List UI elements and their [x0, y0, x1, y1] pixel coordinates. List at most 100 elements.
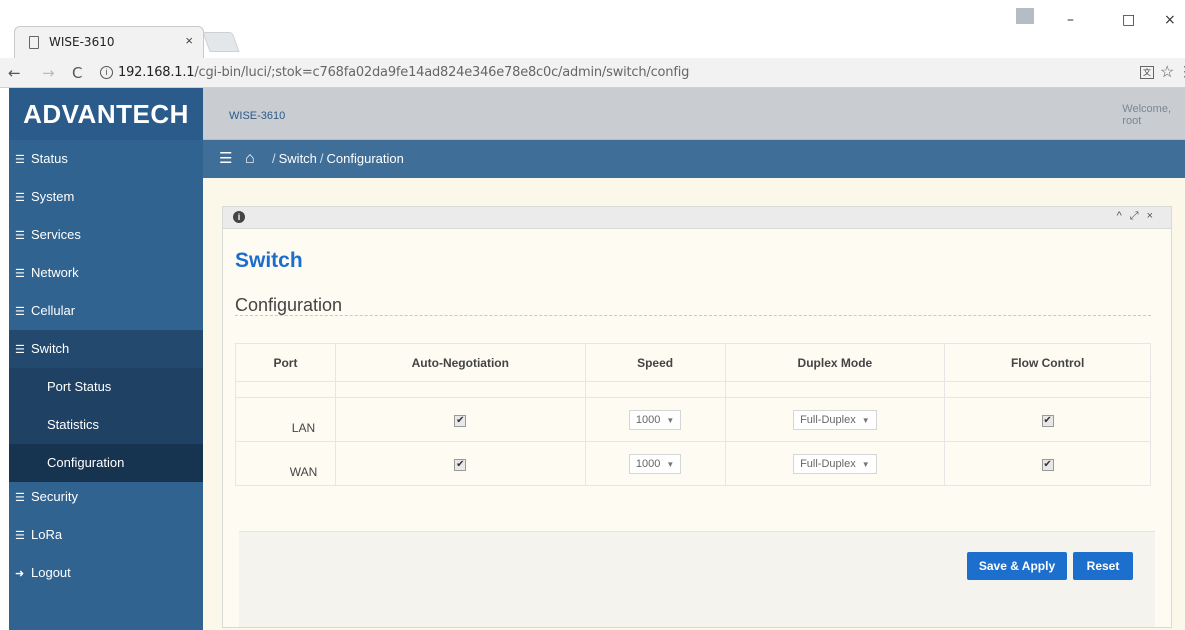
- switch-config-table: Port Auto-Negotiation Speed Duplex Mode …: [235, 343, 1151, 486]
- welcome-text: Welcome, root: [1122, 103, 1171, 127]
- reload-button[interactable]: C: [72, 64, 82, 82]
- home-icon[interactable]: ⌂: [245, 140, 255, 178]
- bookmark-star-icon[interactable]: ☆: [1160, 62, 1174, 82]
- save-apply-button[interactable]: Save & Apply: [967, 552, 1067, 580]
- translate-icon[interactable]: 文: [1140, 66, 1154, 79]
- breadcrumb-separator: /: [319, 151, 324, 166]
- action-bar: Save & Apply Reset: [239, 531, 1155, 627]
- welcome-line: Welcome,: [1122, 103, 1171, 115]
- auto-negotiation-cell: ✔: [334, 397, 586, 442]
- sidebar-subitem-port-status[interactable]: Port Status: [9, 368, 203, 406]
- duplex-cell: Full-Duplex ▼: [724, 441, 946, 486]
- sidebar-item-label: Switch: [31, 341, 70, 356]
- sidebar-item-network[interactable]: ☰ Network: [9, 254, 203, 292]
- welcome-user: root: [1122, 115, 1142, 127]
- sidebar-item-lora[interactable]: ☰ LoRa: [9, 516, 203, 554]
- sidebar-subitem-statistics[interactable]: Statistics: [9, 406, 203, 444]
- collapse-icon[interactable]: ^: [1117, 210, 1130, 222]
- browser-menu-icon[interactable]: ⋮: [1178, 63, 1185, 80]
- main-content: i ^⤢× Switch Configuration Port Auto-Neg…: [203, 178, 1185, 630]
- flow-control-cell: ✔: [944, 397, 1151, 442]
- sidebar-item-label: Network: [31, 265, 79, 280]
- device-name: WISE-3610: [229, 110, 286, 122]
- sidebar-item-label: Security: [31, 489, 78, 504]
- panel-tools: ^⤢×: [1117, 210, 1161, 223]
- advantech-logo: ADVANTECH: [9, 88, 203, 140]
- speed-value: 1000: [635, 457, 661, 470]
- auto-negotiation-cell: ✔: [334, 441, 586, 486]
- url-field[interactable]: i 192.168.1.1/cgi-bin/luci/;stok=c768fa0…: [96, 62, 1096, 84]
- info-icon[interactable]: i: [233, 211, 245, 223]
- speed-select[interactable]: 1000 ▼: [628, 409, 682, 430]
- section-title: Configuration: [235, 295, 343, 315]
- minimize-button[interactable]: –: [1067, 12, 1074, 28]
- sidebar-item-cellular[interactable]: ☰ Cellular: [9, 292, 203, 330]
- sidebar-item-services[interactable]: ☰ Services: [9, 216, 203, 254]
- expand-icon[interactable]: ⤢: [1130, 210, 1147, 222]
- caret-down-icon: ▼: [861, 415, 870, 425]
- speed-select[interactable]: 1000 ▼: [628, 453, 682, 474]
- list-icon: ☰: [15, 530, 25, 542]
- browser-titlebar: WISE-3610 × – □ ×: [0, 0, 1185, 58]
- tab-title: WISE-3610: [49, 35, 115, 49]
- new-tab-button[interactable]: [202, 32, 240, 52]
- flow-control-checkbox[interactable]: ✔: [1041, 459, 1054, 471]
- list-icon: ☰: [15, 344, 25, 356]
- reset-button[interactable]: Reset: [1073, 552, 1133, 580]
- sidebar: ☰ Status ☰ System ☰ Services ☰ Network ☰ Cell…: [9, 140, 203, 630]
- table-header-row: Port Auto-Negotiation Speed Duplex Mode …: [235, 343, 1151, 382]
- close-window-button[interactable]: ×: [1164, 12, 1176, 28]
- sidebar-item-label: Services: [31, 227, 81, 242]
- sidebar-item-label: System: [31, 189, 75, 204]
- duplex-value: Full-Duplex: [800, 457, 856, 470]
- url-path: /cgi-bin/luci/;stok=c768fa02da9fe14ad824…: [194, 65, 690, 80]
- divider: [235, 315, 1151, 316]
- tab-close-icon[interactable]: ×: [185, 33, 193, 48]
- user-profile-icon[interactable]: [1016, 8, 1034, 24]
- breadcrumb-separator: /: [272, 151, 276, 166]
- column-header-auto-negotiation: Auto-Negotiation: [334, 343, 586, 382]
- list-icon: ☰: [15, 154, 25, 166]
- duplex-select[interactable]: Full-Duplex ▼: [793, 409, 877, 430]
- auto-negotiation-checkbox[interactable]: ✔: [454, 459, 467, 471]
- column-header-port: Port: [235, 343, 336, 382]
- hamburger-menu-icon[interactable]: ☰: [219, 140, 232, 178]
- breadcrumb-switch[interactable]: Switch: [279, 151, 317, 166]
- sidebar-item-status[interactable]: ☰ Status: [9, 140, 203, 178]
- speed-cell: 1000 ▼: [584, 397, 726, 442]
- sidebar-item-system[interactable]: ☰ System: [9, 178, 203, 216]
- config-panel: i ^⤢× Switch Configuration Port Auto-Neg…: [222, 206, 1172, 628]
- close-icon[interactable]: ×: [1147, 210, 1161, 222]
- site-info-icon[interactable]: i: [100, 66, 113, 79]
- maximize-button[interactable]: □: [1122, 12, 1135, 28]
- caret-down-icon: ▼: [861, 459, 870, 469]
- back-button[interactable]: ←: [8, 64, 21, 82]
- list-icon: ☰: [15, 192, 25, 204]
- breadcrumb-path: / Switch / Configuration: [269, 140, 404, 178]
- sidebar-item-label: Status: [31, 151, 68, 166]
- caret-down-icon: ▼: [666, 415, 675, 425]
- sidebar-subitem-configuration[interactable]: Configuration: [9, 444, 203, 482]
- column-header-speed: Speed: [584, 343, 726, 382]
- auto-negotiation-checkbox[interactable]: ✔: [454, 415, 467, 427]
- flow-control-checkbox[interactable]: ✔: [1041, 415, 1054, 427]
- sidebar-item-label: Cellular: [31, 303, 76, 318]
- sidebar-item-label: LoRa: [31, 527, 63, 542]
- address-bar: ← → C i 192.168.1.1/cgi-bin/luci/;stok=c…: [0, 58, 1185, 88]
- sidebar-item-security[interactable]: ☰ Security: [9, 478, 203, 516]
- url-host: 192.168.1.1: [118, 65, 195, 80]
- list-icon: ☰: [15, 268, 25, 280]
- table-row: WAN ✔ 1000 ▼ Full-Duplex ▼ ✔: [235, 441, 1151, 486]
- browser-tab[interactable]: WISE-3610 ×: [14, 26, 204, 58]
- document-icon: [29, 36, 39, 49]
- forward-button[interactable]: →: [42, 64, 55, 82]
- duplex-select[interactable]: Full-Duplex ▼: [793, 453, 877, 474]
- url-text: 192.168.1.1/cgi-bin/luci/;stok=c768fa02d…: [118, 65, 689, 80]
- table-spacer-row: [235, 381, 1151, 398]
- speed-value: 1000: [635, 413, 661, 426]
- duplex-cell: Full-Duplex ▼: [724, 397, 946, 442]
- sidebar-item-switch[interactable]: ☰ Switch: [9, 330, 203, 368]
- sidebar-item-logout[interactable]: ➜ Logout: [9, 554, 203, 592]
- list-icon: ☰: [15, 230, 25, 242]
- port-name: LAN: [235, 397, 336, 442]
